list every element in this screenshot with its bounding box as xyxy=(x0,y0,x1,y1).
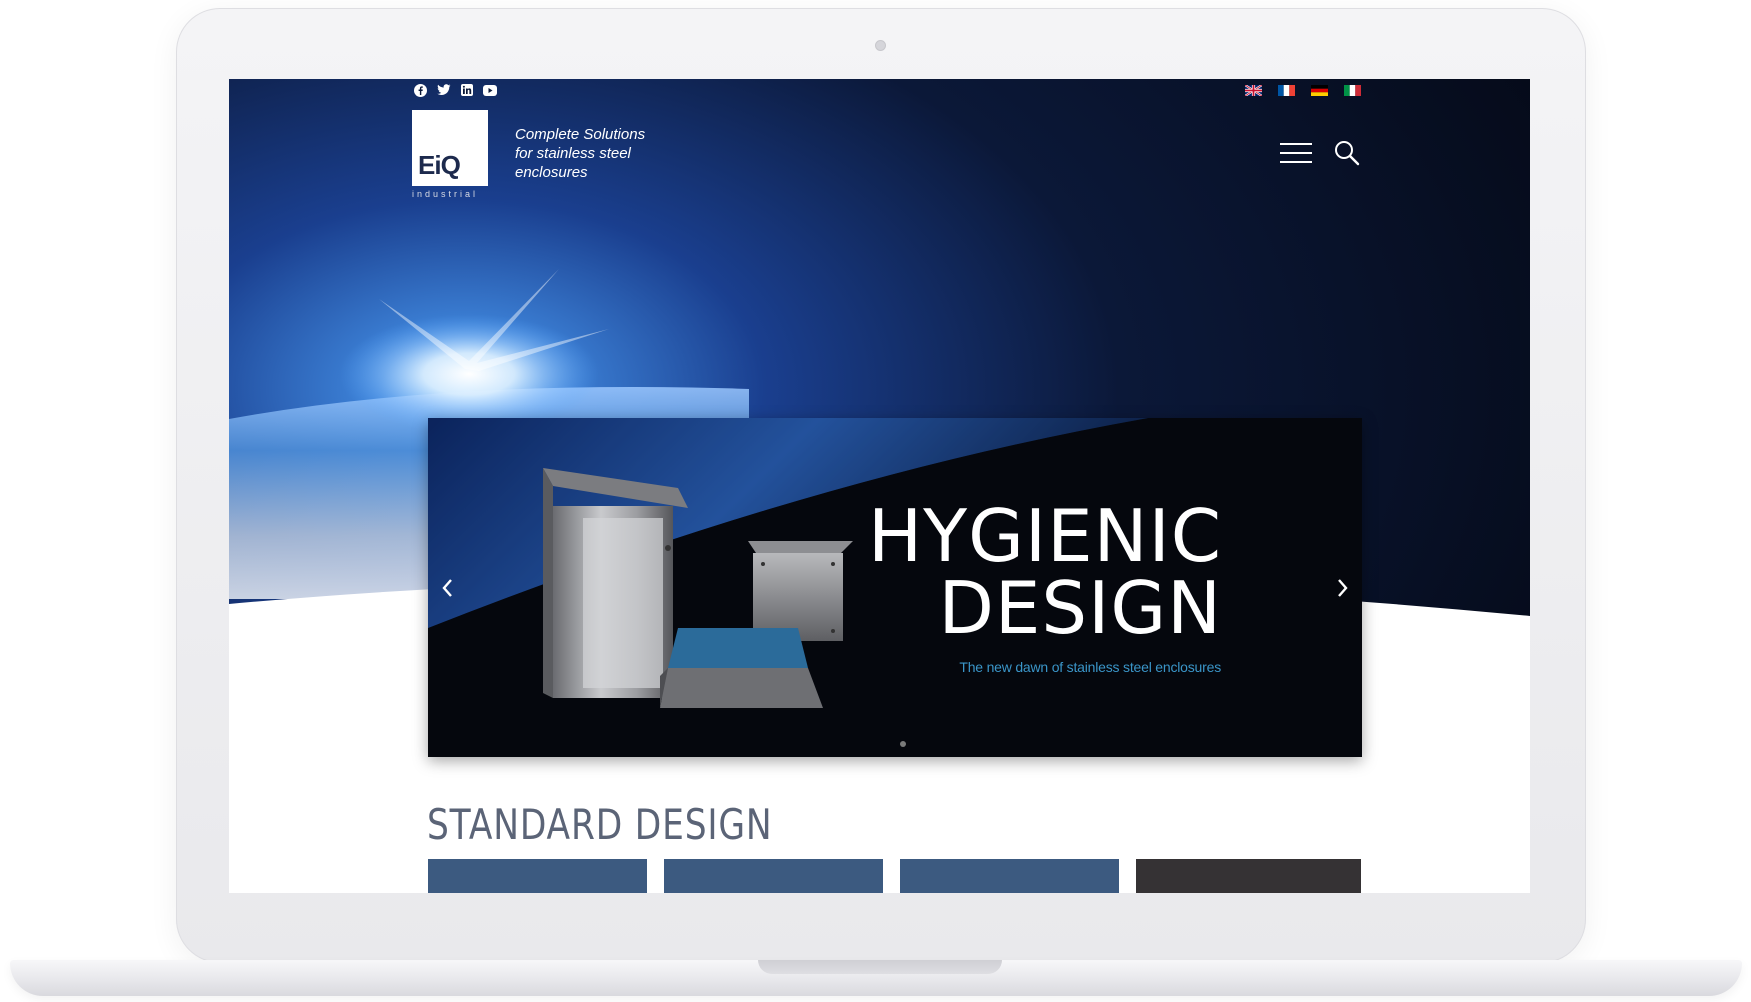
slide-subtitle: The new dawn of stainless steel enclosur… xyxy=(959,659,1221,675)
slide-title: HYGIENIC DESIGN xyxy=(868,500,1222,644)
uk-flag-icon[interactable] xyxy=(1245,85,1262,96)
laptop-base-notch xyxy=(758,960,1002,974)
twitter-icon[interactable] xyxy=(436,83,451,97)
slide-title-line-1: HYGIENIC xyxy=(867,494,1222,578)
hero-slider: HYGIENIC DESIGN The new dawn of stainles… xyxy=(428,418,1362,757)
tagline-line: enclosures xyxy=(515,164,588,181)
tagline: Complete Solutions for stainless steel e… xyxy=(515,125,675,182)
france-flag-icon[interactable] xyxy=(1278,85,1295,96)
product-card[interactable] xyxy=(664,859,883,893)
social-links xyxy=(413,83,497,97)
tagline-line: Complete Solutions xyxy=(515,126,646,143)
youtube-icon[interactable] xyxy=(482,83,497,97)
slide-title-line-2: DESIGN xyxy=(938,566,1222,650)
logo-subtitle: industrial xyxy=(412,189,479,199)
company-logo[interactable]: EiQ xyxy=(412,110,488,186)
facebook-icon[interactable] xyxy=(413,83,428,97)
product-card[interactable] xyxy=(900,859,1119,893)
chevron-left-icon xyxy=(442,579,452,597)
camera xyxy=(875,40,886,51)
italy-flag-icon[interactable] xyxy=(1344,85,1361,96)
slider-prev-button[interactable] xyxy=(436,573,460,603)
logo-mark: EiQ xyxy=(418,150,461,180)
search-icon[interactable] xyxy=(1334,140,1360,166)
germany-flag-icon[interactable] xyxy=(1311,85,1328,96)
product-card[interactable] xyxy=(428,859,647,893)
section-title: STANDARD DESIGN xyxy=(427,800,773,849)
linkedin-icon[interactable] xyxy=(459,83,474,97)
product-card[interactable] xyxy=(1136,859,1361,893)
language-selector xyxy=(1245,85,1361,96)
slider-dot[interactable] xyxy=(900,741,906,747)
chevron-right-icon xyxy=(1338,579,1348,597)
hamburger-menu-icon[interactable] xyxy=(1280,142,1312,164)
browser-screen: EiQ industrial Complete Solutions for st… xyxy=(229,79,1530,893)
slider-next-button[interactable] xyxy=(1330,573,1354,603)
product-cards xyxy=(428,859,1361,893)
tagline-line: for stainless steel xyxy=(515,145,631,162)
